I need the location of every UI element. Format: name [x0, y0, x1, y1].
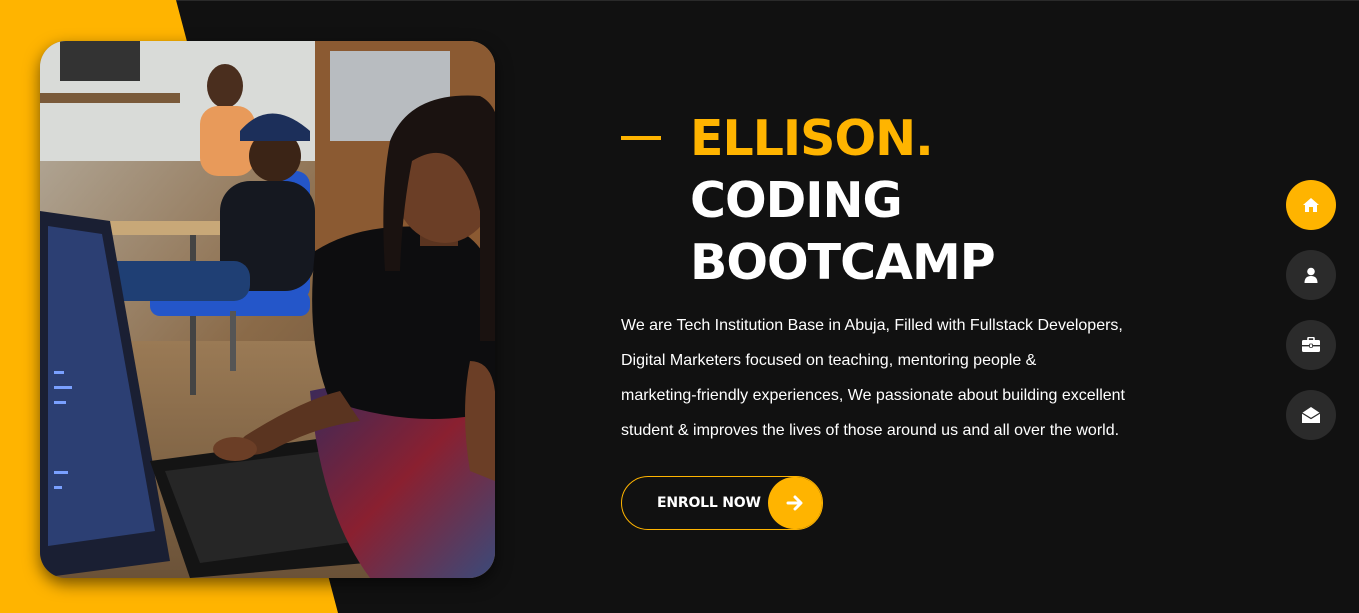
hero-title-brand: ELLISON.	[690, 110, 934, 167]
enroll-now-label: ENROLL NOW	[657, 495, 761, 511]
nav-contact-button[interactable]	[1286, 390, 1336, 440]
hero-title-line-3: BOOTCAMP	[690, 234, 996, 291]
nav-home-button[interactable]	[1286, 180, 1336, 230]
description-line: We are Tech Institution Base in Abuja, F…	[621, 317, 1123, 334]
hero-photo	[40, 41, 495, 578]
hero-description: We are Tech Institution Base in Abuja, F…	[621, 308, 1181, 448]
envelope-open-icon	[1301, 407, 1321, 423]
nav-about-button[interactable]	[1286, 250, 1336, 300]
briefcase-icon	[1302, 337, 1320, 352]
nav-portfolio-button[interactable]	[1286, 320, 1336, 370]
side-nav	[1286, 180, 1336, 460]
hero-page: ELLISON. CODING BOOTCAMP We are Tech Ins…	[0, 0, 1359, 613]
description-line: student & improves the lives of those ar…	[621, 422, 1120, 439]
hero-title-line-2: CODING	[690, 172, 903, 229]
description-line: Digital Marketers focused on teaching, m…	[621, 352, 1037, 369]
enroll-now-button[interactable]: ENROLL NOW	[621, 476, 823, 530]
arrow-right-icon	[768, 477, 822, 529]
description-line: marketing-friendly experiences, We passi…	[621, 387, 1125, 404]
user-icon	[1304, 267, 1318, 283]
home-icon	[1303, 198, 1319, 212]
title-accent-dash	[621, 136, 661, 140]
